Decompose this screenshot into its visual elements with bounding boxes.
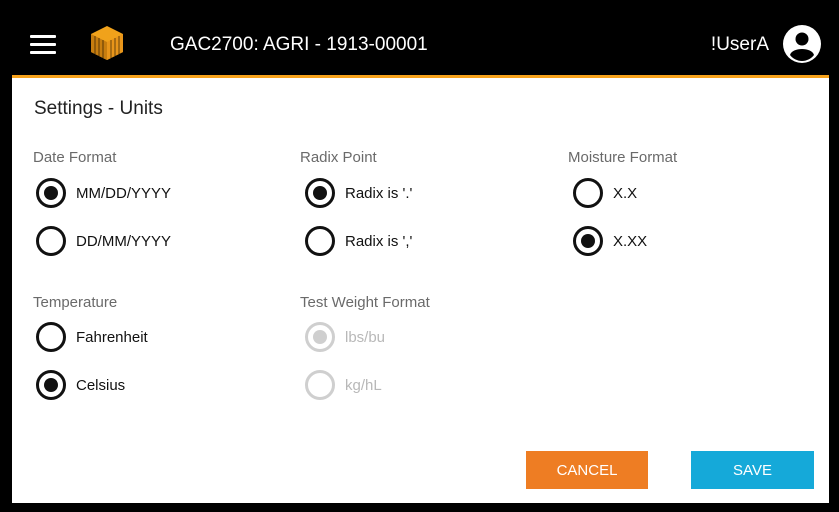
user-name[interactable]: !UserA [711,34,769,56]
radio-checked-icon[interactable] [573,226,603,256]
radio-label: X.XX [613,232,648,250]
radio-label: MM/DD/YYYY [76,184,172,202]
cancel-button[interactable]: CANCEL [526,451,648,489]
radio-checked-icon[interactable] [36,370,66,400]
radio-label: kg/hL [345,376,382,394]
test-weight-option-kg-hl: kg/hL [305,367,382,403]
date-format-label: Date Format [33,149,117,166]
radio-label: lbs/bu [345,328,386,346]
moisture-option-x-x[interactable]: X.X [573,175,637,211]
user-account-icon[interactable] [782,24,822,64]
radix-point-label: Radix Point [300,149,377,166]
moisture-format-label: Moisture Format [568,149,678,166]
radio-label: Celsius [76,376,126,394]
radix-option-period[interactable]: Radix is '.' [305,175,412,211]
temperature-option-celsius[interactable]: Celsius [36,367,125,403]
radio-unchecked-icon[interactable] [36,226,66,256]
radio-unchecked-disabled-icon [305,370,335,400]
moisture-option-x-xx[interactable]: X.XX [573,223,647,259]
settings-panel: Settings - Units Date Format MM/DD/YYYY … [12,78,829,503]
radio-checked-icon[interactable] [305,178,335,208]
page-title: Settings - Units [34,98,163,119]
radio-unchecked-icon[interactable] [305,226,335,256]
radio-unchecked-icon[interactable] [36,322,66,352]
save-button[interactable]: SAVE [691,451,814,489]
radio-label: Radix is '.' [345,184,413,202]
top-bar: GAC2700: AGRI - 1913-00001 !UserA [0,0,839,76]
radio-label: Radix is ',' [345,232,413,250]
date-format-option-mmddyyyy[interactable]: MM/DD/YYYY [36,175,171,211]
date-format-option-ddmmyyyy[interactable]: DD/MM/YYYY [36,223,171,259]
test-weight-format-label: Test Weight Format [300,294,430,311]
test-weight-option-lbs-bu: lbs/bu [305,319,385,355]
hamburger-menu-icon[interactable] [30,35,56,55]
temperature-option-fahrenheit[interactable]: Fahrenheit [36,319,148,355]
radio-label: Fahrenheit [76,328,148,346]
radio-unchecked-icon[interactable] [573,178,603,208]
radix-option-comma[interactable]: Radix is ',' [305,223,412,259]
radio-checked-icon[interactable] [36,178,66,208]
radio-label: X.X [613,184,638,202]
cube-logo-icon [91,26,123,60]
app-title: GAC2700: AGRI - 1913-00001 [170,34,428,55]
radio-checked-disabled-icon [305,322,335,352]
temperature-label: Temperature [33,294,118,311]
radio-label: DD/MM/YYYY [76,232,172,250]
